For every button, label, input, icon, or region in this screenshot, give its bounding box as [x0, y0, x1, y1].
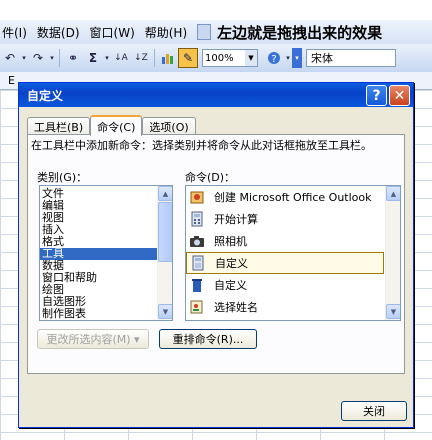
- dialog-title: 自定义: [27, 88, 64, 103]
- font-name-value: 宋体: [311, 52, 333, 65]
- svg-text:?: ?: [271, 54, 276, 65]
- scroll-down-icon[interactable]: ▼: [158, 304, 172, 319]
- command-item[interactable]: 自定义: [186, 274, 384, 296]
- command-label: 选择姓名: [214, 301, 258, 314]
- tab-commands[interactable]: 命令(C): [90, 115, 143, 136]
- address-book-icon: [188, 298, 206, 316]
- command-item[interactable]: 选择姓名: [186, 296, 384, 318]
- modify-selection-button[interactable]: 更改所选内容(M) ▾: [37, 329, 149, 349]
- command-label: 创建 Microsoft Office Outlook: [214, 191, 372, 204]
- tab-toolbars[interactable]: 工具栏(B): [27, 117, 91, 135]
- command-item[interactable]: 照相机: [186, 230, 384, 252]
- font-name-field[interactable]: 宋体: [306, 49, 396, 67]
- command-item[interactable]: 创建 Microsoft Office Outlook: [186, 186, 384, 208]
- drawing-icon[interactable]: ✎: [178, 48, 198, 68]
- command-label: 自定义: [214, 279, 247, 292]
- menu-item-data[interactable]: 数据(D): [37, 24, 80, 41]
- autosum-icon[interactable]: Σ: [83, 48, 103, 68]
- tab-strip: 工具栏(B) 命令(C) 选项(O): [27, 115, 196, 136]
- scroll-thumb[interactable]: [158, 202, 172, 262]
- column-header-e[interactable]: E: [8, 74, 15, 87]
- calculator-icon: [188, 210, 206, 228]
- customize-icon: [189, 254, 207, 272]
- sort-ascending-icon[interactable]: ↓A: [111, 48, 131, 68]
- categories-scrollbar[interactable]: ▲ ▼: [157, 186, 172, 320]
- help-icon[interactable]: [197, 24, 212, 40]
- sort-descending-icon[interactable]: ↓Z: [131, 48, 151, 68]
- chevron-down-icon[interactable]: ▼: [245, 50, 257, 66]
- toolbar-options-icon[interactable]: ▾: [292, 48, 302, 68]
- menu-item-file[interactable]: 件(I): [2, 24, 27, 41]
- categories-list[interactable]: 文件 编辑 视图 插入 格式 工具 数据 窗口和帮助 绘图 自选图形 制作图表 ▲ ▼: [39, 185, 173, 321]
- zoom-value: 100%: [205, 52, 234, 64]
- scroll-down-icon[interactable]: ▼: [386, 304, 400, 319]
- menu-bar: 件(I) 数据(D) 窗口(W) 帮助(H) 左边就是拖拽出来的效果: [0, 20, 432, 44]
- toolbar-separator: [59, 49, 60, 67]
- dialog-title-bar[interactable]: 自定义: [19, 83, 413, 107]
- command-item[interactable]: 开始计算: [186, 208, 384, 230]
- camera-icon: [188, 232, 206, 250]
- customize-dialog: 自定义 ? ✕ 工具栏(B) 命令(C) 选项(O) 在工具栏中添加新命令：选择…: [18, 82, 414, 428]
- tab-options[interactable]: 选项(O): [142, 117, 196, 135]
- help-circle-icon[interactable]: ?: [264, 48, 284, 68]
- rearrange-commands-button[interactable]: 重排命令(R)...: [159, 329, 257, 349]
- command-label: 自定义: [215, 257, 248, 270]
- zoom-select[interactable]: 100% ▼: [202, 49, 258, 67]
- dropdown-arrow-icon[interactable]: ▾: [48, 48, 56, 68]
- menu-item-help[interactable]: 帮助(H): [145, 24, 187, 41]
- commands-list[interactable]: 创建 Microsoft Office Outlook 开始计算 照相机 自定义 自定义…: [185, 185, 401, 321]
- commands-label: 命令(D)：: [185, 171, 236, 184]
- chart-wizard-icon[interactable]: [158, 48, 178, 68]
- categories-label: 类别(G)：: [37, 171, 88, 184]
- standard-toolbar: ↶ ▾ ↷ ▾ ⚭ Σ ▾ ↓A ↓Z ✎ 100% ▼ ? ▾ ▾ 宋体: [0, 44, 432, 72]
- command-label: 照相机: [214, 235, 247, 248]
- redo-icon[interactable]: ↷: [28, 48, 48, 68]
- annotation-text: 左边就是拖拽出来的效果: [217, 23, 383, 42]
- help-button[interactable]: ?: [366, 85, 387, 106]
- hyperlink-icon[interactable]: ⚭: [63, 48, 83, 68]
- undo-icon[interactable]: ↶: [0, 48, 20, 68]
- toolbar-separator: [154, 49, 155, 67]
- menu-item-window[interactable]: 窗口(W): [90, 24, 135, 41]
- scroll-up-icon[interactable]: ▲: [158, 186, 172, 201]
- trash-icon: [188, 276, 206, 294]
- command-label: 开始计算: [214, 213, 258, 226]
- command-item[interactable]: 自定义: [186, 252, 384, 274]
- commands-scrollbar[interactable]: ▲ ▼: [385, 186, 400, 320]
- category-item[interactable]: 制作图表: [40, 308, 158, 320]
- dropdown-arrow-icon[interactable]: ▾: [284, 48, 292, 68]
- outlook-icon: [188, 188, 206, 206]
- dialog-close-button[interactable]: 关闭: [341, 401, 407, 421]
- scroll-up-icon[interactable]: ▲: [386, 186, 400, 201]
- dropdown-arrow-icon[interactable]: ▾: [103, 48, 111, 68]
- instruction-text: 在工具栏中添加新命令：选择类别并将命令从此对话框拖放至工具栏。: [31, 139, 372, 152]
- close-icon[interactable]: ✕: [389, 85, 410, 106]
- dropdown-arrow-icon[interactable]: ▾: [20, 48, 28, 68]
